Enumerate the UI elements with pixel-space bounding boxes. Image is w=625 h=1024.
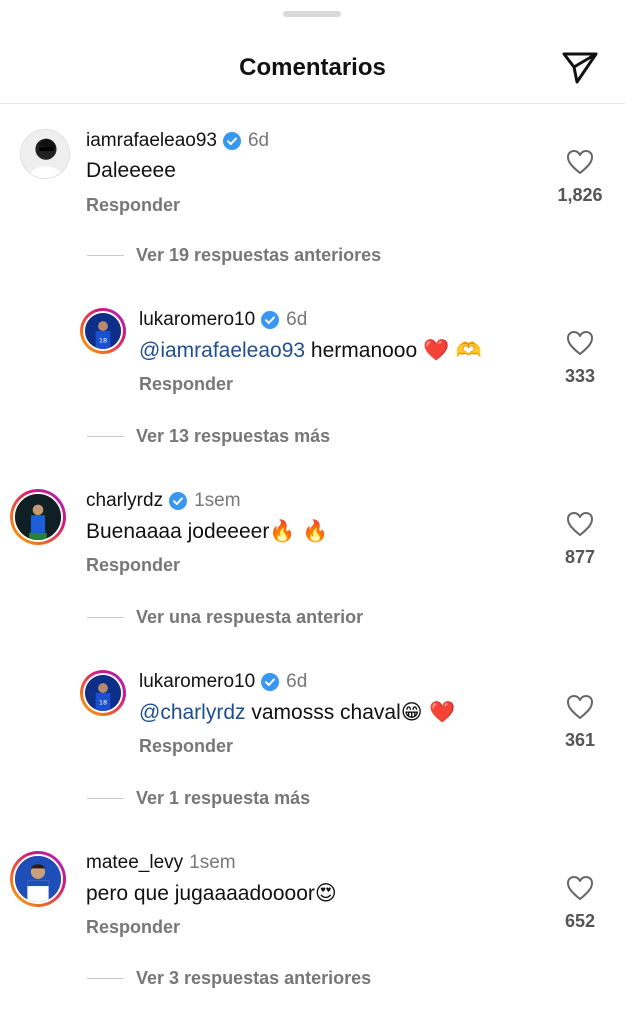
- thread-divider: [87, 435, 124, 437]
- comment-username[interactable]: iamrafaeleao93: [86, 130, 217, 152]
- comment-time: 1sem: [189, 852, 236, 873]
- svg-text:18: 18: [99, 698, 107, 706]
- view-replies-label: Ver 19 respuestas anteriores: [136, 244, 382, 265]
- verified-badge-icon: [222, 131, 242, 151]
- heart-icon[interactable]: [566, 875, 594, 901]
- comment-body: Daleeeee: [86, 159, 176, 182]
- mention-link[interactable]: @charlyrdz: [139, 701, 246, 724]
- verified-badge-icon: [260, 672, 280, 692]
- avatar[interactable]: 18: [80, 670, 126, 716]
- comment-emojis: 🔥 🔥: [269, 519, 329, 543]
- heart-icon[interactable]: [566, 149, 594, 175]
- svg-text:18: 18: [99, 336, 107, 344]
- view-replies-label: Ver una respuesta anterior: [136, 606, 364, 627]
- thread-divider: [87, 616, 124, 618]
- like-area: 1,826: [550, 149, 610, 206]
- comment-username[interactable]: lukaromero10: [139, 671, 255, 693]
- avatar[interactable]: 18: [80, 308, 126, 354]
- like-count: 877: [564, 547, 596, 567]
- heart-icon[interactable]: [566, 694, 594, 720]
- reply-button[interactable]: Responder: [139, 736, 233, 757]
- comment-username[interactable]: lukaromero10: [139, 309, 255, 331]
- reply-button[interactable]: Responder: [139, 374, 233, 395]
- like-count: 333: [564, 366, 596, 386]
- thread-divider: [87, 254, 124, 256]
- comment-time: 6d: [286, 309, 308, 330]
- avatar[interactable]: [20, 129, 70, 179]
- thread-divider: [87, 797, 124, 799]
- view-replies-button[interactable]: Ver 3 respuestas anteriores: [87, 966, 371, 990]
- paper-plane-icon: [562, 52, 598, 84]
- comment-username[interactable]: matee_levy: [86, 852, 183, 874]
- comment-text: @iamrafaeleao93 hermanooo ❤️ 🫶: [139, 338, 482, 363]
- view-replies-label: Ver 13 respuestas más: [136, 425, 331, 446]
- mention-link[interactable]: @iamrafaeleao93: [139, 339, 305, 362]
- comment-emojis: 😁 ❤️: [400, 700, 456, 724]
- comment-username[interactable]: charlyrdz: [86, 490, 163, 512]
- comment-body: vamosss chaval: [245, 701, 401, 724]
- comment-time: 1sem: [194, 490, 241, 511]
- like-count: 361: [564, 730, 596, 750]
- reply-button[interactable]: Responder: [86, 195, 180, 216]
- comment-text: @charlyrdz vamosss chaval😁 ❤️: [139, 700, 455, 725]
- comment-emojis: 😍: [314, 881, 337, 905]
- avatar[interactable]: [10, 489, 66, 545]
- like-area: 361: [550, 694, 610, 751]
- view-replies-button[interactable]: Ver 1 respuesta más: [87, 786, 310, 810]
- like-count: 1,826: [557, 185, 603, 205]
- reply-button[interactable]: Responder: [86, 555, 180, 576]
- like-area: 652: [550, 875, 610, 932]
- comment-time: 6d: [286, 671, 308, 692]
- view-replies-button[interactable]: Ver 19 respuestas anteriores: [87, 243, 381, 267]
- view-replies-button[interactable]: Ver una respuesta anterior: [87, 605, 363, 629]
- like-area: 877: [550, 511, 610, 568]
- like-count: 652: [564, 911, 596, 931]
- heart-icon[interactable]: [566, 330, 594, 356]
- thread-divider: [87, 977, 124, 979]
- comment-body: Buenaaaa jodeeeer: [86, 520, 270, 543]
- heart-icon[interactable]: [566, 511, 594, 537]
- verified-badge-icon: [260, 310, 280, 330]
- page-title: Comentarios: [239, 54, 386, 81]
- comment-emojis: ❤️ 🫶: [423, 338, 482, 362]
- comment-text: pero que jugaaaadoooor😍: [86, 881, 337, 906]
- view-replies-label: Ver 3 respuestas anteriores: [136, 967, 372, 988]
- view-replies-button[interactable]: Ver 13 respuestas más: [87, 424, 330, 448]
- sheet-drag-handle[interactable]: [283, 11, 341, 17]
- comment-time: 6d: [247, 130, 270, 151]
- comment-text: Daleeeee: [86, 159, 176, 183]
- comment-body: pero que jugaaaadoooor: [86, 882, 315, 905]
- view-replies-label: Ver 1 respuesta más: [136, 787, 311, 808]
- avatar[interactable]: [10, 851, 66, 907]
- reply-button[interactable]: Responder: [86, 917, 180, 938]
- comment-text: Buenaaaa jodeeeer🔥 🔥: [86, 519, 328, 544]
- verified-badge-icon: [168, 491, 188, 511]
- comment-body: hermanooo: [305, 339, 424, 362]
- share-button[interactable]: [560, 50, 600, 86]
- like-area: 333: [550, 330, 610, 387]
- comments-header: Comentarios: [0, 0, 625, 104]
